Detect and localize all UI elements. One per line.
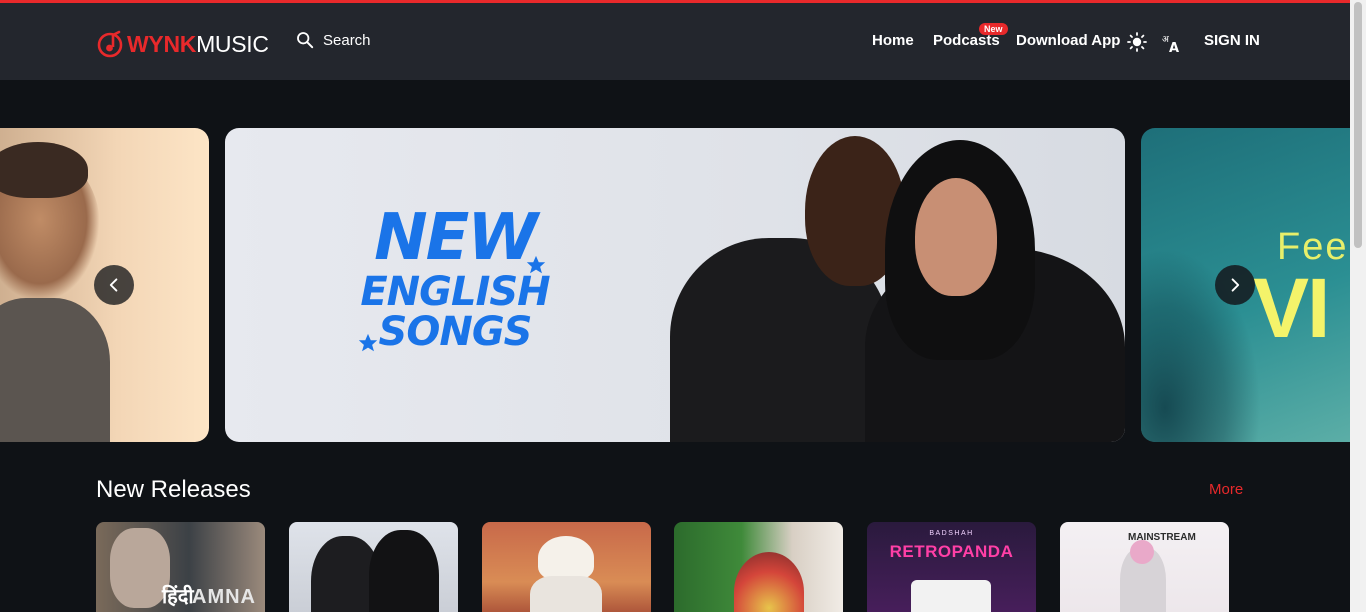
banner-person-shirt: [0, 298, 110, 442]
release-tile[interactable]: [289, 522, 458, 612]
release-tile[interactable]: [482, 522, 651, 612]
tile-title-retropanda: RETROPANDA: [889, 542, 1014, 561]
tile-panda-image: [911, 580, 991, 612]
section-title-new-releases: New Releases: [96, 476, 251, 503]
logo-text: WYNKMUSIC: [127, 31, 269, 58]
tile-figure-right: [369, 530, 439, 612]
chevron-right-icon: [1231, 278, 1240, 292]
carousel-next-button[interactable]: [1215, 265, 1255, 305]
search-button[interactable]: Search: [296, 31, 371, 49]
banner-title-line-2: ENGLISH: [360, 269, 550, 315]
release-tile[interactable]: BADSHAH RETROPANDA: [867, 522, 1036, 612]
release-tile[interactable]: [674, 522, 843, 612]
search-icon: [297, 32, 314, 49]
tile-figure-body: [530, 576, 602, 612]
page-scrollbar[interactable]: [1350, 0, 1366, 612]
carousel-prev-button[interactable]: [94, 265, 134, 305]
sign-in-button[interactable]: SIGN IN: [1204, 32, 1260, 49]
nav-download-app[interactable]: Download App: [1016, 32, 1120, 49]
podcasts-new-badge: New: [979, 23, 1008, 35]
release-tile[interactable]: हिंदी AMNA: [96, 522, 265, 612]
nav-home[interactable]: Home: [872, 32, 914, 49]
banner-new-english-songs[interactable]: NEW ENGLISH SONGS: [225, 128, 1125, 442]
logo-text-strong: WYNK: [127, 30, 197, 57]
banner-figure-right-face: [915, 178, 997, 296]
tile-artist-label: BADSHAH: [929, 530, 974, 537]
banner-title: NEW ENGLISH SONGS: [350, 206, 560, 352]
tile-person-image: [110, 528, 170, 608]
banner-next-title-line-2: VI: [1253, 261, 1330, 355]
sun-icon[interactable]: [1127, 32, 1147, 52]
tile-title-hindi: हिंदी: [162, 586, 194, 608]
tile-title-amna: AMNA: [192, 586, 256, 608]
tile-figure-turban: [538, 536, 594, 580]
banner-title-line-3: SONGS: [378, 309, 533, 355]
music-note-logo-icon: [97, 30, 123, 58]
scrollbar-thumb[interactable]: [1354, 2, 1362, 248]
more-link[interactable]: More: [1209, 481, 1243, 498]
language-icon[interactable]: अ A: [1161, 32, 1183, 54]
star-decoration-icon: [358, 333, 378, 352]
search-label: Search: [323, 31, 371, 49]
star-decoration-icon: [526, 255, 546, 274]
svg-text:A: A: [1169, 41, 1179, 54]
wynk-logo[interactable]: WYNKMUSIC: [96, 27, 269, 61]
chevron-left-icon: [109, 278, 118, 292]
header: WYNKMUSIC Search Home Podcasts New Downl…: [0, 3, 1350, 80]
tile-figure-face: [1130, 540, 1154, 564]
tile-figure-dress: [734, 552, 804, 612]
release-tile[interactable]: MAINSTREAM: [1060, 522, 1229, 612]
logo-text-light: MUSIC: [196, 30, 269, 57]
banner-person-hair: [0, 142, 88, 198]
